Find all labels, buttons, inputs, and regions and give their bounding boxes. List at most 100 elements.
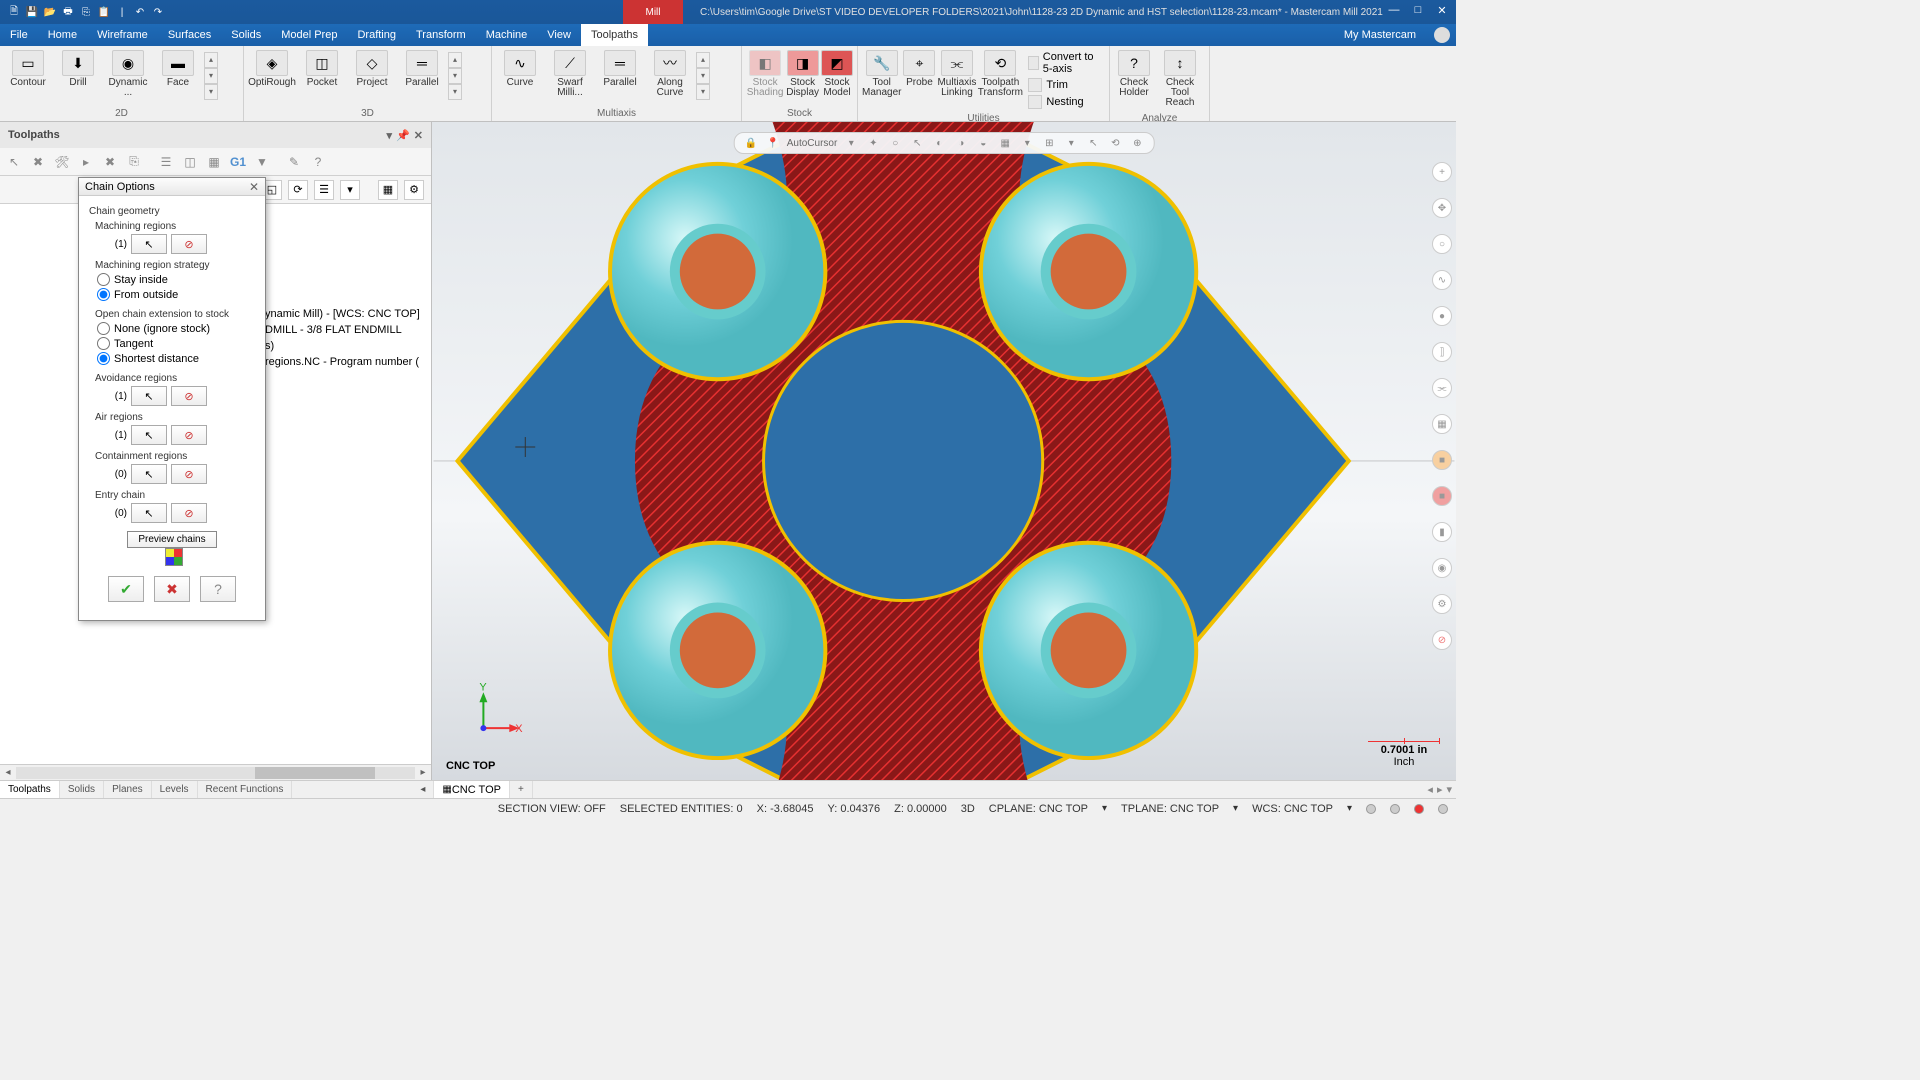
rt-link-icon[interactable]: ⫘ xyxy=(1432,378,1452,398)
btab-levels[interactable]: Levels xyxy=(152,781,198,798)
tb-insert-icon[interactable]: ⎘ xyxy=(124,152,144,172)
vt-2-icon[interactable]: ○ xyxy=(887,135,903,151)
menu-wireframe[interactable]: Wireframe xyxy=(87,24,158,46)
air-select-button[interactable]: ↖ xyxy=(131,425,167,445)
vt-9-icon[interactable]: ⊞ xyxy=(1041,135,1057,151)
vt-pin-icon[interactable]: 📍 xyxy=(765,135,781,151)
rb-drill[interactable]: ⬇Drill xyxy=(54,48,102,90)
rt-plus-icon[interactable]: + xyxy=(1432,162,1452,182)
btab-solids[interactable]: Solids xyxy=(60,781,104,798)
rb-tp-transform[interactable]: ⟲Toolpath Transform xyxy=(978,48,1022,100)
rb-dynamic[interactable]: ◉Dynamic ... xyxy=(104,48,152,100)
menu-model-prep[interactable]: Model Prep xyxy=(271,24,347,46)
menu-toolpaths[interactable]: Toolpaths xyxy=(581,24,648,46)
scroll-right-icon[interactable]: ▸ xyxy=(415,767,431,778)
open-icon[interactable]: 📂 xyxy=(42,4,58,20)
rb-contour[interactable]: ▭Contour xyxy=(4,48,52,90)
autocursor-label[interactable]: AutoCursor xyxy=(787,138,838,149)
entry-select-button[interactable]: ↖ xyxy=(131,503,167,523)
help-button[interactable]: ? xyxy=(200,576,236,602)
vt-10-icon[interactable]: ▾ xyxy=(1063,135,1079,151)
close-button[interactable]: ✕ xyxy=(1432,2,1452,18)
vt-12-icon[interactable]: ⟲ xyxy=(1107,135,1123,151)
paste-icon[interactable]: 📋 xyxy=(96,4,112,20)
rb-probe[interactable]: ⌖Probe xyxy=(903,48,935,90)
status-section[interactable]: SECTION VIEW: OFF xyxy=(498,803,606,815)
btab-nav-left-icon[interactable]: ◂ xyxy=(1427,783,1433,796)
copy-icon[interactable]: ⎘ xyxy=(78,4,94,20)
vt-4-icon[interactable]: ◐ xyxy=(931,135,947,151)
color-picker-icon[interactable] xyxy=(165,548,183,566)
tb-x2-icon[interactable]: ✖ xyxy=(100,152,120,172)
rb-stock-display[interactable]: ◨Stock Display xyxy=(786,48,819,100)
tb2-d-icon[interactable]: ▾ xyxy=(340,180,360,200)
dialog-close-icon[interactable]: ✕ xyxy=(249,180,259,194)
tb-arrow-icon[interactable]: ▸ xyxy=(76,152,96,172)
radio-shortest[interactable]: Shortest distance xyxy=(97,352,255,365)
radio-tangent[interactable]: Tangent xyxy=(97,337,255,350)
rt-gear-icon[interactable]: ⚙ xyxy=(1432,594,1452,614)
tb2-b-icon[interactable]: ⟳ xyxy=(288,180,308,200)
rt-curve-icon[interactable]: ∿ xyxy=(1432,270,1452,290)
btab-recent[interactable]: Recent Functions xyxy=(198,781,293,798)
tb-edit-icon[interactable]: ✎ xyxy=(284,152,304,172)
rt-move-icon[interactable]: ✥ xyxy=(1432,198,1452,218)
avoidance-clear-button[interactable]: ⊘ xyxy=(171,386,207,406)
rb-pocket[interactable]: ◫Pocket xyxy=(298,48,346,90)
rb-multi-link[interactable]: ⫘Multiaxis Linking xyxy=(937,48,976,100)
tb-layers-icon[interactable]: ☰ xyxy=(156,152,176,172)
scroll-thumb[interactable] xyxy=(255,767,375,779)
rb-check-holder[interactable]: ?Check Holder xyxy=(1114,48,1154,100)
menu-home[interactable]: Home xyxy=(38,24,87,46)
vt-lock-icon[interactable]: 🔒 xyxy=(743,135,759,151)
tb2-c-icon[interactable]: ☰ xyxy=(314,180,334,200)
rb-project[interactable]: ◇Project xyxy=(348,48,396,90)
menu-view[interactable]: View xyxy=(537,24,581,46)
group-multi-expand[interactable]: ▴▾▾ xyxy=(696,48,710,104)
tb-help-icon[interactable]: ? xyxy=(308,152,328,172)
tb-select-icon[interactable]: ↖ xyxy=(4,152,24,172)
rt-sphere-icon[interactable]: ● xyxy=(1432,306,1452,326)
status-tplane[interactable]: TPLANE: CNC TOP xyxy=(1121,803,1219,815)
tb-x-icon[interactable]: ✖ xyxy=(28,152,48,172)
rt-swirl-icon[interactable]: ◉ xyxy=(1432,558,1452,578)
status-cplane[interactable]: CPLANE: CNC TOP xyxy=(989,803,1088,815)
rt-bar-icon[interactable]: ▮ xyxy=(1432,522,1452,542)
btab-cnc-top[interactable]: ▦ CNC TOP xyxy=(434,781,510,798)
radio-stay-inside[interactable]: Stay inside xyxy=(97,273,255,286)
minimize-button[interactable]: — xyxy=(1384,2,1404,18)
my-mastercam-link[interactable]: My Mastercam xyxy=(1344,29,1416,41)
rb-check-reach[interactable]: ↕Check Tool Reach xyxy=(1156,48,1204,110)
preview-chains-button[interactable]: Preview chains xyxy=(127,531,216,548)
rb-curve[interactable]: ∿Curve xyxy=(496,48,544,90)
status-mode[interactable]: 3D xyxy=(961,803,975,815)
rt-color1-icon[interactable]: ■ xyxy=(1432,450,1452,470)
rb-along-curve[interactable]: 〰Along Curve xyxy=(646,48,694,100)
tb-shade-icon[interactable]: ▦ xyxy=(204,152,224,172)
radio-from-outside[interactable]: From outside xyxy=(97,288,255,301)
containment-clear-button[interactable]: ⊘ xyxy=(171,464,207,484)
menu-surfaces[interactable]: Surfaces xyxy=(158,24,221,46)
vt-5-icon[interactable]: ◑ xyxy=(953,135,969,151)
vt-7-icon[interactable]: ▦ xyxy=(997,135,1013,151)
rb-face[interactable]: ▬Face xyxy=(154,48,202,90)
containment-select-button[interactable]: ↖ xyxy=(131,464,167,484)
status-dot1-icon[interactable] xyxy=(1366,804,1376,814)
rb-nesting[interactable]: Nesting xyxy=(1024,94,1105,110)
rt-bracket-icon[interactable]: ⟧ xyxy=(1432,342,1452,362)
rb-parallel3d[interactable]: ═Parallel xyxy=(398,48,446,90)
tb2-f-icon[interactable]: ⚙ xyxy=(404,180,424,200)
redo-icon[interactable]: ↷ xyxy=(150,4,166,20)
vt-8-icon[interactable]: ▾ xyxy=(1019,135,1035,151)
vt-3-icon[interactable]: ↖ xyxy=(909,135,925,151)
vt-13-icon[interactable]: ⊕ xyxy=(1129,135,1145,151)
menu-transform[interactable]: Transform xyxy=(406,24,476,46)
btab-menu-icon[interactable]: ▾ xyxy=(1446,783,1452,796)
btab-vp-marker[interactable]: ◂ xyxy=(412,781,434,798)
btab-toolpaths[interactable]: Toolpaths xyxy=(0,781,60,798)
tb2-e-icon[interactable]: ▦ xyxy=(378,180,398,200)
vt-11-icon[interactable]: ↖ xyxy=(1085,135,1101,151)
rb-trim[interactable]: Trim xyxy=(1024,77,1105,93)
menu-machine[interactable]: Machine xyxy=(476,24,538,46)
vt-1-icon[interactable]: ✦ xyxy=(865,135,881,151)
